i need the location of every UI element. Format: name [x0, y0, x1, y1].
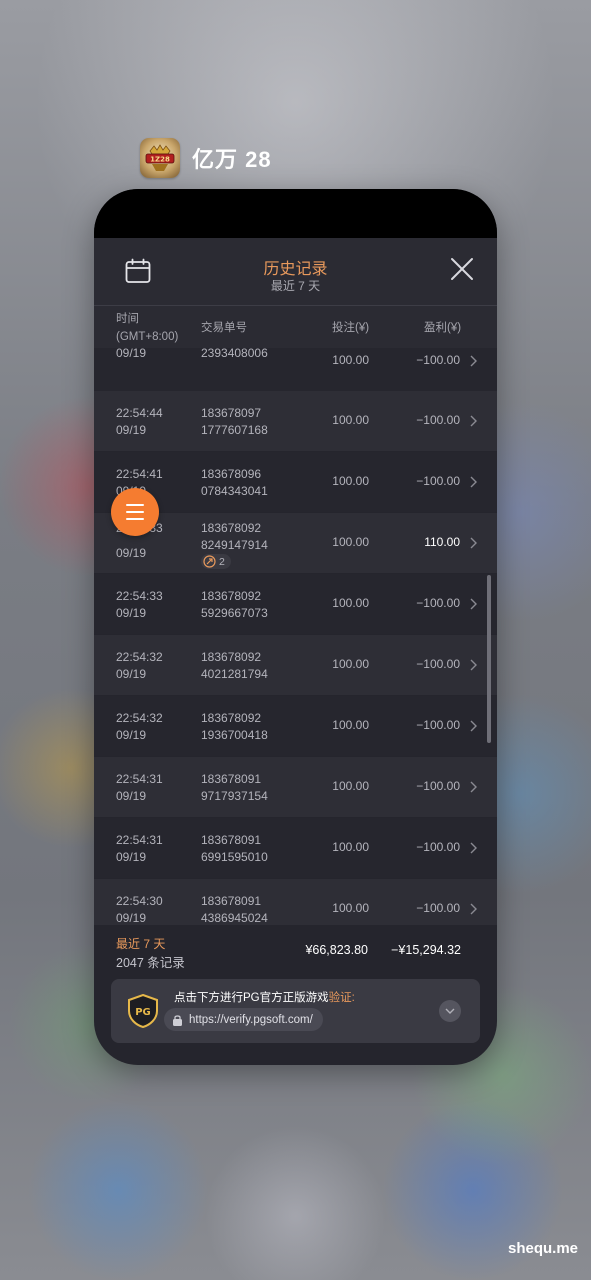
profit-amount: −100.00	[416, 474, 460, 488]
lock-icon	[173, 1014, 182, 1026]
summary-period: 最近 7 天	[116, 937, 166, 951]
total-bet: ¥66,823.80	[305, 943, 368, 957]
chevron-right-icon	[470, 659, 477, 671]
scrollbar[interactable]	[487, 575, 491, 743]
history-header: 历史记录 最近 7 天	[94, 238, 497, 306]
column-bet: 投注(¥)	[332, 322, 370, 334]
profit-amount: −100.00	[416, 718, 460, 732]
bet-amount: 100.00	[332, 779, 369, 793]
page-subtitle: 最近 7 天	[270, 279, 321, 293]
expand-button[interactable]	[439, 1000, 461, 1022]
app-icon: 1Z28	[140, 138, 180, 178]
pg-shield-icon: PG	[128, 994, 158, 1028]
profit-amount: −100.00	[416, 413, 460, 427]
column-profit: 盈利(¥)	[424, 322, 462, 334]
chevron-right-icon	[470, 537, 477, 549]
history-list[interactable]: 09/19 2393408006 100.00 −100.00 22:54:44…	[94, 348, 497, 925]
chevron-right-icon	[470, 781, 477, 793]
close-icon[interactable]	[450, 257, 474, 281]
pg-verify-banner[interactable]: PG 点击下方进行PG官方正版游戏验证: https://verify.pgso…	[111, 979, 480, 1043]
table-row[interactable]: 22:54:44 09/19 183678097 1777607168 100.00…	[94, 391, 497, 451]
app-preview-card[interactable]: 历史记录 最近 7 天 时间 (GMT+8:00) 交易单号 投注(¥) 盈利(…	[94, 189, 497, 1065]
svg-text:1Z28: 1Z28	[150, 156, 170, 164]
menu-button[interactable]	[111, 488, 159, 536]
bet-amount: 100.00	[332, 596, 369, 610]
table-row[interactable]: 22:54:32 09/19 183678092 4021281794 100.00…	[94, 635, 497, 695]
bet-amount: 100.00	[332, 657, 369, 671]
multiplier-badge: 2	[201, 554, 231, 569]
chevron-right-icon	[470, 598, 477, 610]
verify-url[interactable]: https://verify.pgsoft.com/	[164, 1008, 323, 1031]
column-time: 时间 (GMT+8:00)	[116, 313, 179, 343]
summary-bar: 最近 7 天 2047 条记录 ¥66,823.80 −¥15,294.32	[94, 925, 497, 975]
chevron-right-icon	[470, 355, 477, 367]
profit-amount: −100.00	[416, 353, 460, 367]
menu-icon	[126, 504, 144, 520]
profit-amount: 110.00	[424, 535, 460, 549]
column-order: 交易单号	[201, 322, 247, 334]
profit-amount: −100.00	[416, 779, 460, 793]
table-row[interactable]: 09/19 2393408006 100.00 −100.00	[94, 348, 497, 391]
profit-amount: −100.00	[416, 657, 460, 671]
profit-amount: −100.00	[416, 840, 460, 854]
total-profit: −¥15,294.32	[391, 943, 461, 957]
bet-amount: 100.00	[332, 353, 369, 367]
watermark: shequ.me	[508, 1240, 579, 1257]
bet-amount: 100.00	[332, 840, 369, 854]
bet-amount: 100.00	[332, 474, 369, 488]
chevron-right-icon	[470, 415, 477, 427]
bet-amount: 100.00	[332, 718, 369, 732]
profit-amount: −100.00	[416, 901, 460, 915]
page-title: 历史记录	[263, 261, 328, 278]
chevron-right-icon	[470, 720, 477, 732]
app-name: 亿万 28	[192, 147, 272, 172]
table-row[interactable]: 22:54:32 09/19 183678092 1936700418 100.00…	[94, 696, 497, 756]
app-switcher-label[interactable]: 1Z28 亿万 28	[140, 138, 272, 178]
bet-amount: 100.00	[332, 535, 369, 549]
chevron-down-icon	[445, 1008, 455, 1014]
status-bar-area	[94, 189, 497, 238]
chevron-right-icon	[470, 476, 477, 488]
table-row[interactable]: 22:54:31 09/19 183678091 6991595010 100.00…	[94, 818, 497, 878]
profit-amount: −100.00	[416, 596, 460, 610]
summary-count: 2047 条记录	[116, 956, 185, 970]
table-row[interactable]: 22:54:33 09/19 183678092 5929667073 100.00…	[94, 574, 497, 634]
bet-amount: 100.00	[332, 901, 369, 915]
bet-amount: 100.00	[332, 413, 369, 427]
table-row[interactable]: 22:54:30 09/19 183678091 4386945024 100.00…	[94, 879, 497, 925]
multiplier-icon	[203, 555, 216, 568]
column-headers: 时间 (GMT+8:00) 交易单号 投注(¥) 盈利(¥)	[94, 306, 497, 348]
verify-text: 点击下方进行PG官方正版游戏验证:	[174, 992, 355, 1004]
table-row[interactable]: 22:54:31 09/19 183678091 9717937154 100.00…	[94, 757, 497, 817]
svg-text:PG: PG	[135, 1007, 151, 1018]
chevron-right-icon	[470, 842, 477, 854]
chevron-right-icon	[470, 903, 477, 915]
